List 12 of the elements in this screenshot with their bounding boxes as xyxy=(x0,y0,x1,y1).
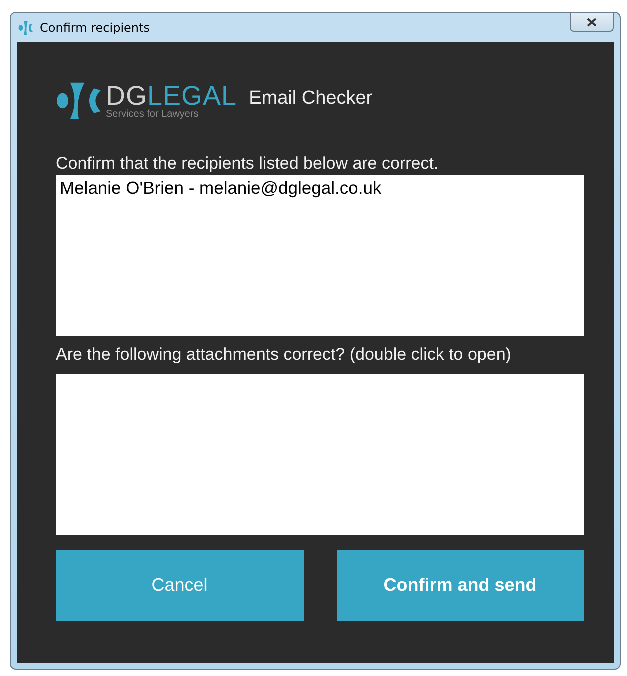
attachments-label: Are the following attachments correct? (double click to open) xyxy=(56,345,512,366)
recipients-label: Confirm that the recipients listed below are correct. xyxy=(56,154,440,175)
app-name: Email Checker xyxy=(249,88,373,110)
close-icon xyxy=(587,18,597,26)
recipients-list[interactable]: Melanie O'Brien - melanie@dglegal.co.uk xyxy=(56,175,584,336)
company-logo-icon xyxy=(56,81,102,121)
window-title: Confirm recipients xyxy=(40,20,150,34)
app-logo-icon xyxy=(18,20,34,36)
recipient-item[interactable]: Melanie O'Brien - melanie@dglegal.co.uk xyxy=(60,178,580,199)
close-button[interactable] xyxy=(570,13,614,32)
company-name: DGLEGAL xyxy=(106,82,238,108)
company-tagline: Services for Lawyers xyxy=(106,108,200,120)
